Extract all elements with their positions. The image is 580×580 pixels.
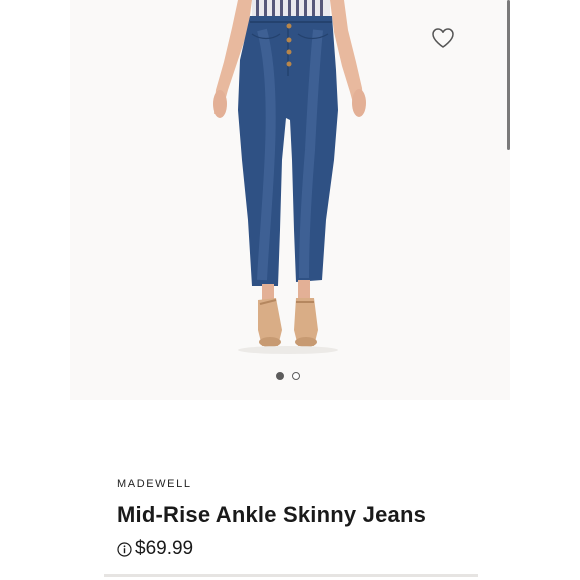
- scrollbar[interactable]: [507, 0, 510, 150]
- carousel-pagination: [276, 371, 300, 381]
- info-circle-icon[interactable]: [117, 541, 132, 557]
- product-detail-screen: MADEWELL Mid-Rise Ankle Skinny Jeans $69…: [0, 0, 580, 580]
- product-title: Mid-Rise Ankle Skinny Jeans: [117, 502, 427, 527]
- price-row: $69.99: [117, 537, 517, 561]
- carousel-dot-2[interactable]: [292, 372, 300, 380]
- jeans: [238, 16, 338, 286]
- heart-outline-icon: [432, 28, 454, 48]
- brand-name[interactable]: MADEWELL: [117, 476, 517, 492]
- striped-top: [252, 0, 330, 18]
- product-photo-model: [213, 0, 366, 354]
- favorite-button[interactable]: [428, 24, 458, 52]
- floor-shadow: [238, 346, 338, 354]
- sandals: [258, 298, 318, 347]
- product-info: MADEWELL Mid-Rise Ankle Skinny Jeans $69…: [117, 476, 517, 561]
- section-divider: [104, 574, 478, 577]
- product-price: $69.99: [135, 538, 194, 559]
- carousel-dot-1[interactable]: [276, 372, 284, 380]
